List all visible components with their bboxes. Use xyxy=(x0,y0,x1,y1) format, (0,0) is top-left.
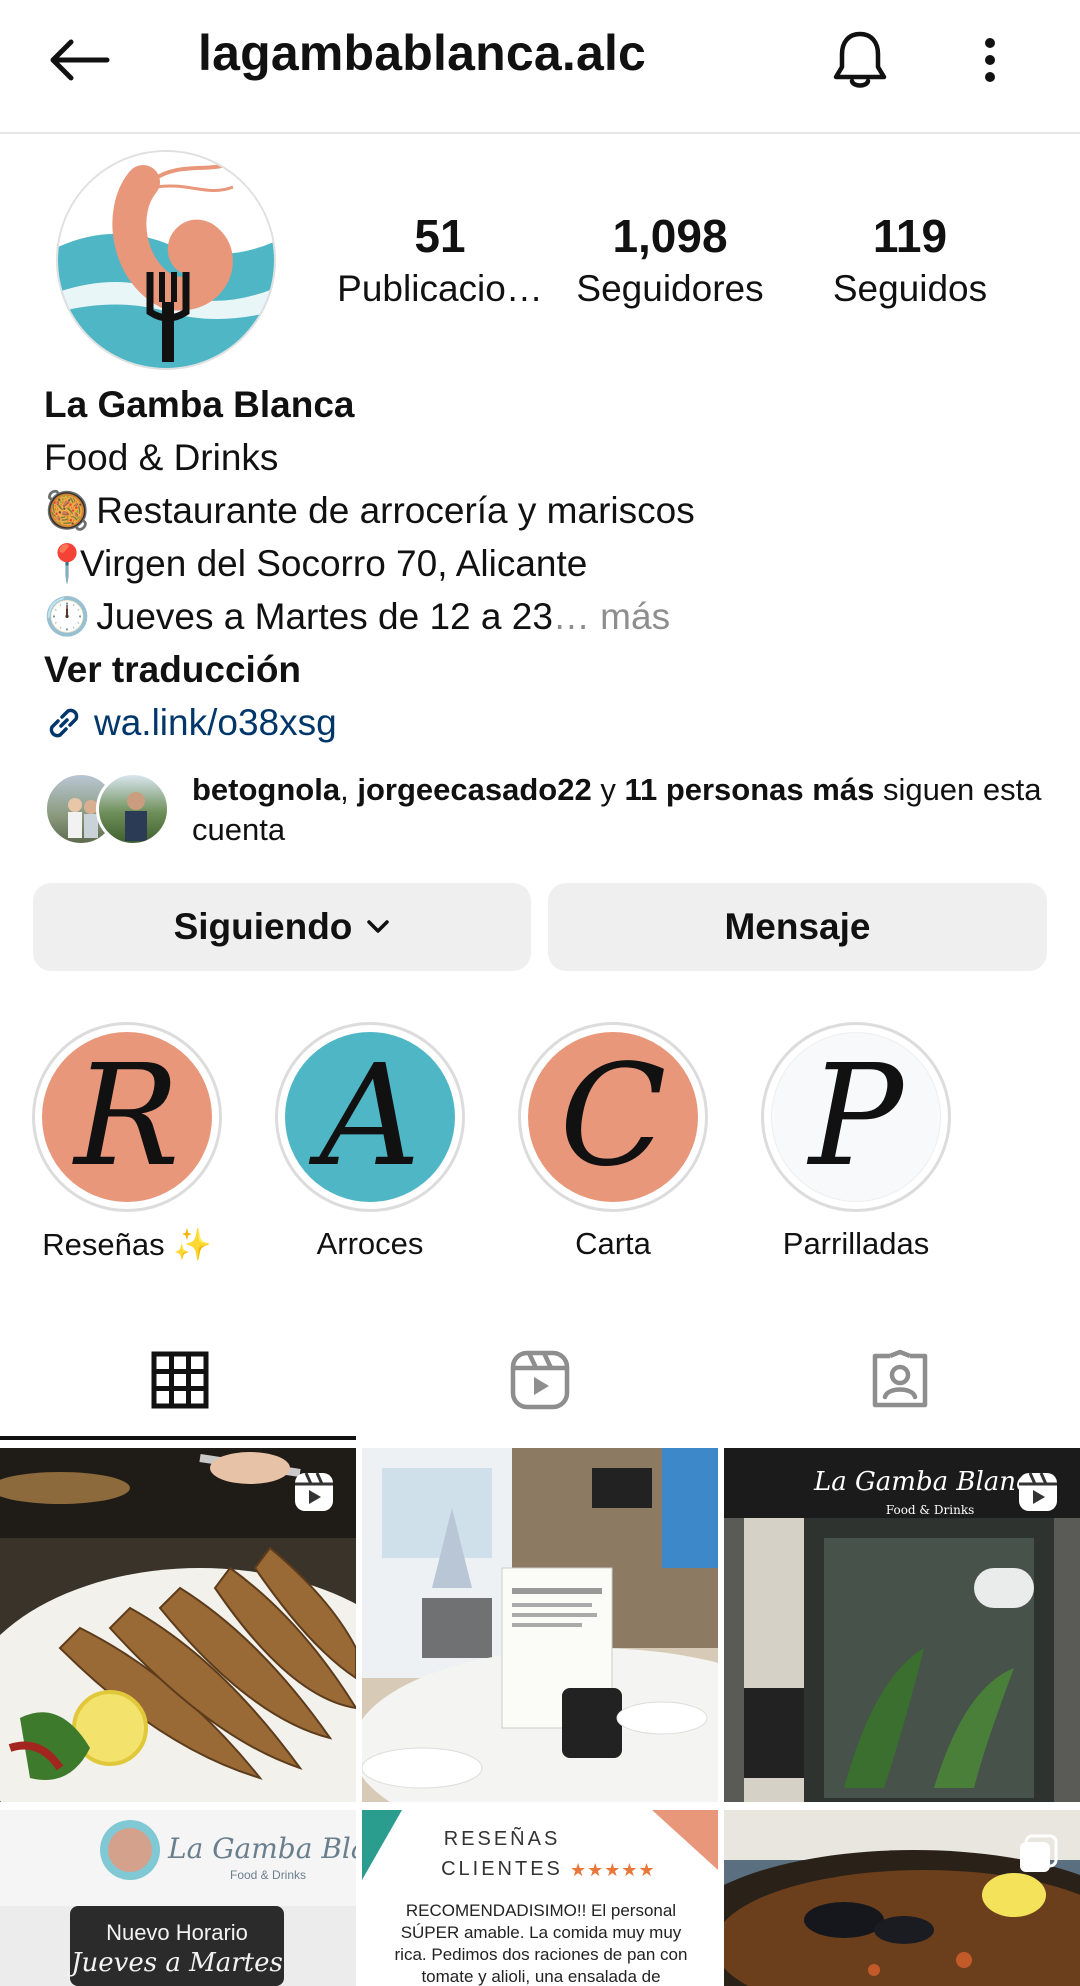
reel-badge-icon xyxy=(1019,1472,1057,1511)
active-tab-indicator xyxy=(0,1436,356,1440)
follower-avatar-2 xyxy=(96,772,170,846)
followed-by-and: y xyxy=(591,772,625,807)
bio-link[interactable]: wa.link/o38xsg xyxy=(44,696,1044,749)
following-count: 119 xyxy=(872,210,948,262)
multiple-posts-icon xyxy=(1020,1834,1058,1872)
paella-emoji-icon: 🥘 xyxy=(44,490,91,531)
followed-by-text: betognola, jorgeecasado22 y 11 personas … xyxy=(192,770,1052,850)
more-vertical-icon xyxy=(985,38,995,82)
bio-line-1: 🥘 Restaurante de arrocería y mariscos xyxy=(44,484,1044,537)
followed-by[interactable]: betognola, jorgeecasado22 y 11 personas … xyxy=(44,770,1044,870)
following-label: Seguidos xyxy=(832,268,988,309)
profile-username: lagambablanca.alc xyxy=(198,25,647,81)
bell-icon xyxy=(833,31,887,88)
bio-line-2-text: Virgen del Socorro 70, Alicante xyxy=(80,543,588,584)
storefront-sign-text: La Gamba Blanca xyxy=(814,1467,1047,1497)
profile-category: Food & Drinks xyxy=(44,437,279,478)
back-button[interactable] xyxy=(40,28,118,92)
schedule-logo-sub: Food & Drinks xyxy=(230,1868,307,1882)
followed-by-sep: , xyxy=(340,772,358,807)
profile-name: La Gamba Blanca xyxy=(44,384,355,425)
grid-icon xyxy=(151,1351,209,1409)
profile-avatar[interactable] xyxy=(56,150,276,370)
action-buttons: Siguiendo Mensaje xyxy=(33,883,1047,971)
highlight-label: Arroces xyxy=(316,1226,424,1261)
stat-followers[interactable]: 1,098 Seguidores xyxy=(550,208,790,314)
tagged-icon xyxy=(872,1349,928,1408)
storefront-sign: La Gamba Blanca Food & Drinks xyxy=(814,1468,1046,1524)
posts-label: Publicacio… xyxy=(337,268,543,309)
bio-line-1-text: Restaurante de arrocería y mariscos xyxy=(96,490,695,531)
clock-emoji-icon: 🕛 xyxy=(44,596,91,637)
shrimp-logo-icon xyxy=(58,152,274,368)
highlight-resenas[interactable]: R Reseñas ✨ xyxy=(32,1022,222,1263)
story-highlights: R Reseñas ✨ A Arroces C Carta P Parrilla… xyxy=(0,1022,1080,1272)
following-button-label: Siguiendo xyxy=(173,906,353,947)
more-options-button[interactable] xyxy=(968,22,1012,98)
followers-label: Seguidores xyxy=(576,268,764,309)
highlight-cover-p: P xyxy=(771,1032,941,1202)
storefront-sign-sub: Food & Drinks xyxy=(885,1503,975,1517)
tab-reels[interactable] xyxy=(360,1320,720,1440)
message-button[interactable]: Mensaje xyxy=(548,883,1047,971)
see-translation-link[interactable]: Ver traducción xyxy=(44,643,1044,696)
post-dining-room[interactable] xyxy=(362,1448,718,1802)
schedule-sign-line-1: Nuevo Horario xyxy=(106,1920,248,1945)
bio-line-3-text: Jueves a Martes de 12 a 23 xyxy=(96,596,553,637)
reels-icon xyxy=(510,1350,570,1410)
reel-badge-icon xyxy=(295,1472,333,1511)
profile-tabs xyxy=(0,1320,1080,1440)
top-bar: lagambablanca.alc xyxy=(0,0,1080,134)
schedule-logo-text: La Gamba Blanca xyxy=(168,1832,356,1865)
reviews-text: RECOMENDADISIMO!! El personal SÚPER amab… xyxy=(394,1901,688,1986)
bio-line-2: 📍Virgen del Socorro 70, Alicante xyxy=(44,537,1044,590)
back-arrow-icon xyxy=(50,39,110,81)
highlight-label: Reseñas ✨ xyxy=(42,1227,212,1262)
highlight-cover-a: A xyxy=(285,1032,455,1202)
highlight-cover-r: R xyxy=(42,1032,212,1202)
stat-following[interactable]: 119 Seguidos xyxy=(790,208,1030,314)
pin-emoji-icon: 📍 xyxy=(44,543,91,584)
link-icon xyxy=(49,708,79,737)
posts-count: 51 xyxy=(414,210,466,262)
reviews-title: RESEÑAS CLIENTES xyxy=(441,1828,563,1880)
highlight-ring: C xyxy=(518,1022,708,1212)
highlight-label: Carta xyxy=(575,1226,651,1261)
follower-user-2[interactable]: jorgeecasado22 xyxy=(357,772,591,807)
post-paella[interactable] xyxy=(724,1810,1080,1986)
post-image-dining-room xyxy=(362,1448,718,1802)
highlight-ring: R xyxy=(32,1022,222,1212)
stat-posts[interactable]: 51 Publicacio… xyxy=(330,208,550,314)
followers-count: 1,098 xyxy=(612,210,728,262)
post-storefront[interactable]: La Gamba Blanca Food & Drinks xyxy=(724,1448,1080,1802)
following-button[interactable]: Siguiendo xyxy=(33,883,531,971)
profile-stats: 51 Publicacio… 1,098 Seguidores 119 Segu… xyxy=(330,208,1050,314)
highlight-arroces[interactable]: A Arroces xyxy=(275,1022,465,1262)
highlight-ring: A xyxy=(275,1022,465,1212)
highlight-label: Parrilladas xyxy=(782,1226,930,1261)
highlight-carta[interactable]: C Carta xyxy=(518,1022,708,1262)
follower-user-1[interactable]: betognola xyxy=(192,772,340,807)
post-sardines[interactable] xyxy=(0,1448,356,1802)
post-reviews[interactable]: RESEÑAS CLIENTES ★★★★★ RECOMENDADISIMO!!… xyxy=(362,1810,718,1986)
posts-grid: La Gamba Blanca Food & Drinks La Gamba B… xyxy=(0,1448,1080,1986)
post-new-schedule[interactable]: La Gamba Blanca Food & Drinks Nuevo Hora… xyxy=(0,1810,356,1986)
highlight-parrilladas[interactable]: P Parrilladas xyxy=(761,1022,951,1262)
highlight-ring: P xyxy=(761,1022,951,1212)
highlight-cover-c: C xyxy=(528,1032,698,1202)
reviews-stars: ★★★★★ xyxy=(570,1860,656,1880)
bio-link-text: wa.link/o38xsg xyxy=(94,702,337,743)
notifications-button[interactable] xyxy=(822,22,898,98)
profile-bio: La Gamba Blanca Food & Drinks 🥘 Restaura… xyxy=(44,378,1044,749)
tab-tagged[interactable] xyxy=(720,1320,1080,1440)
bio-more-link[interactable]: … más xyxy=(553,596,670,637)
tab-posts-grid[interactable] xyxy=(0,1320,360,1440)
bio-line-3: 🕛 Jueves a Martes de 12 a 23… más xyxy=(44,590,1044,643)
follower-avatars xyxy=(44,772,174,846)
message-button-label: Mensaje xyxy=(724,906,871,947)
chevron-down-icon xyxy=(367,920,390,933)
followed-by-others: 11 personas más xyxy=(624,772,875,807)
schedule-sign-line-2: Jueves a Martes xyxy=(71,1948,283,1978)
